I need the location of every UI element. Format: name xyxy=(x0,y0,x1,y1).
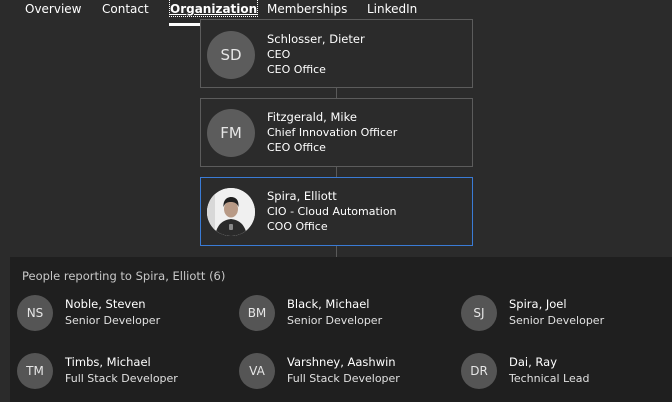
tab-contact[interactable]: Contact xyxy=(102,0,149,16)
person-title: CEO xyxy=(267,48,291,61)
org-card-manager[interactable]: SD Schlosser, Dieter CEO CEO Office xyxy=(200,19,473,88)
direct-report-item[interactable]: TM Timbs, Michael Full Stack Developer xyxy=(17,353,227,389)
person-department: COO Office xyxy=(267,220,328,233)
profile-photo xyxy=(207,188,255,236)
avatar: TM xyxy=(17,353,53,389)
avatar: DR xyxy=(461,353,497,389)
person-name: Dai, Ray xyxy=(509,355,557,369)
org-card-info: Schlosser, Dieter CEO CEO Office xyxy=(267,32,365,77)
person-department: CEO Office xyxy=(267,141,326,154)
direct-reports-heading: People reporting to Spira, Elliott (6) xyxy=(22,269,226,283)
tab-overview[interactable]: Overview xyxy=(25,0,82,16)
direct-report-item[interactable]: NS Noble, Steven Senior Developer xyxy=(17,295,227,331)
org-card-info: Spira, Elliott CIO - Cloud Automation CO… xyxy=(267,189,397,234)
person-title: Full Stack Developer xyxy=(65,372,178,385)
direct-report-item[interactable]: VA Varshney, Aashwin Full Stack Develope… xyxy=(239,353,449,389)
person-title: Senior Developer xyxy=(509,314,605,327)
direct-reports-panel: People reporting to Spira, Elliott (6) N… xyxy=(10,257,672,402)
person-name: Fitzgerald, Mike xyxy=(267,110,357,124)
org-card-manager[interactable]: FM Fitzgerald, Mike Chief Innovation Off… xyxy=(200,98,473,167)
person-name: Varshney, Aashwin xyxy=(287,355,396,369)
org-card-selected[interactable]: Spira, Elliott CIO - Cloud Automation CO… xyxy=(200,177,473,246)
person-name: Schlosser, Dieter xyxy=(267,32,365,46)
avatar: SJ xyxy=(461,295,497,331)
tab-linkedin[interactable]: LinkedIn xyxy=(367,0,417,16)
person-title: Full Stack Developer xyxy=(287,372,400,385)
tab-memberships[interactable]: Memberships xyxy=(267,0,347,16)
person-department: CEO Office xyxy=(267,63,326,76)
tab-organization[interactable]: Organization xyxy=(168,0,259,17)
person-name: Spira, Joel xyxy=(509,297,567,311)
person-name: Noble, Steven xyxy=(65,297,146,311)
person-name: Spira, Elliott xyxy=(267,189,337,203)
avatar: VA xyxy=(239,353,275,389)
person-title: Senior Developer xyxy=(287,314,383,327)
direct-report-item[interactable]: BM Black, Michael Senior Developer xyxy=(239,295,449,331)
avatar: BM xyxy=(239,295,275,331)
direct-report-item[interactable]: DR Dai, Ray Technical Lead xyxy=(461,353,671,389)
person-title: Chief Innovation Officer xyxy=(267,126,398,139)
person-title: CIO - Cloud Automation xyxy=(267,205,397,218)
avatar: SD xyxy=(207,31,255,79)
direct-report-item[interactable]: SJ Spira, Joel Senior Developer xyxy=(461,295,671,331)
avatar: NS xyxy=(17,295,53,331)
org-connector xyxy=(336,246,337,257)
avatar: FM xyxy=(207,109,255,157)
person-photo-icon xyxy=(207,188,255,236)
person-name: Black, Michael xyxy=(287,297,370,311)
person-title: Technical Lead xyxy=(509,372,590,385)
org-card-info: Fitzgerald, Mike Chief Innovation Office… xyxy=(267,110,397,155)
person-title: Senior Developer xyxy=(65,314,161,327)
person-name: Timbs, Michael xyxy=(65,355,151,369)
